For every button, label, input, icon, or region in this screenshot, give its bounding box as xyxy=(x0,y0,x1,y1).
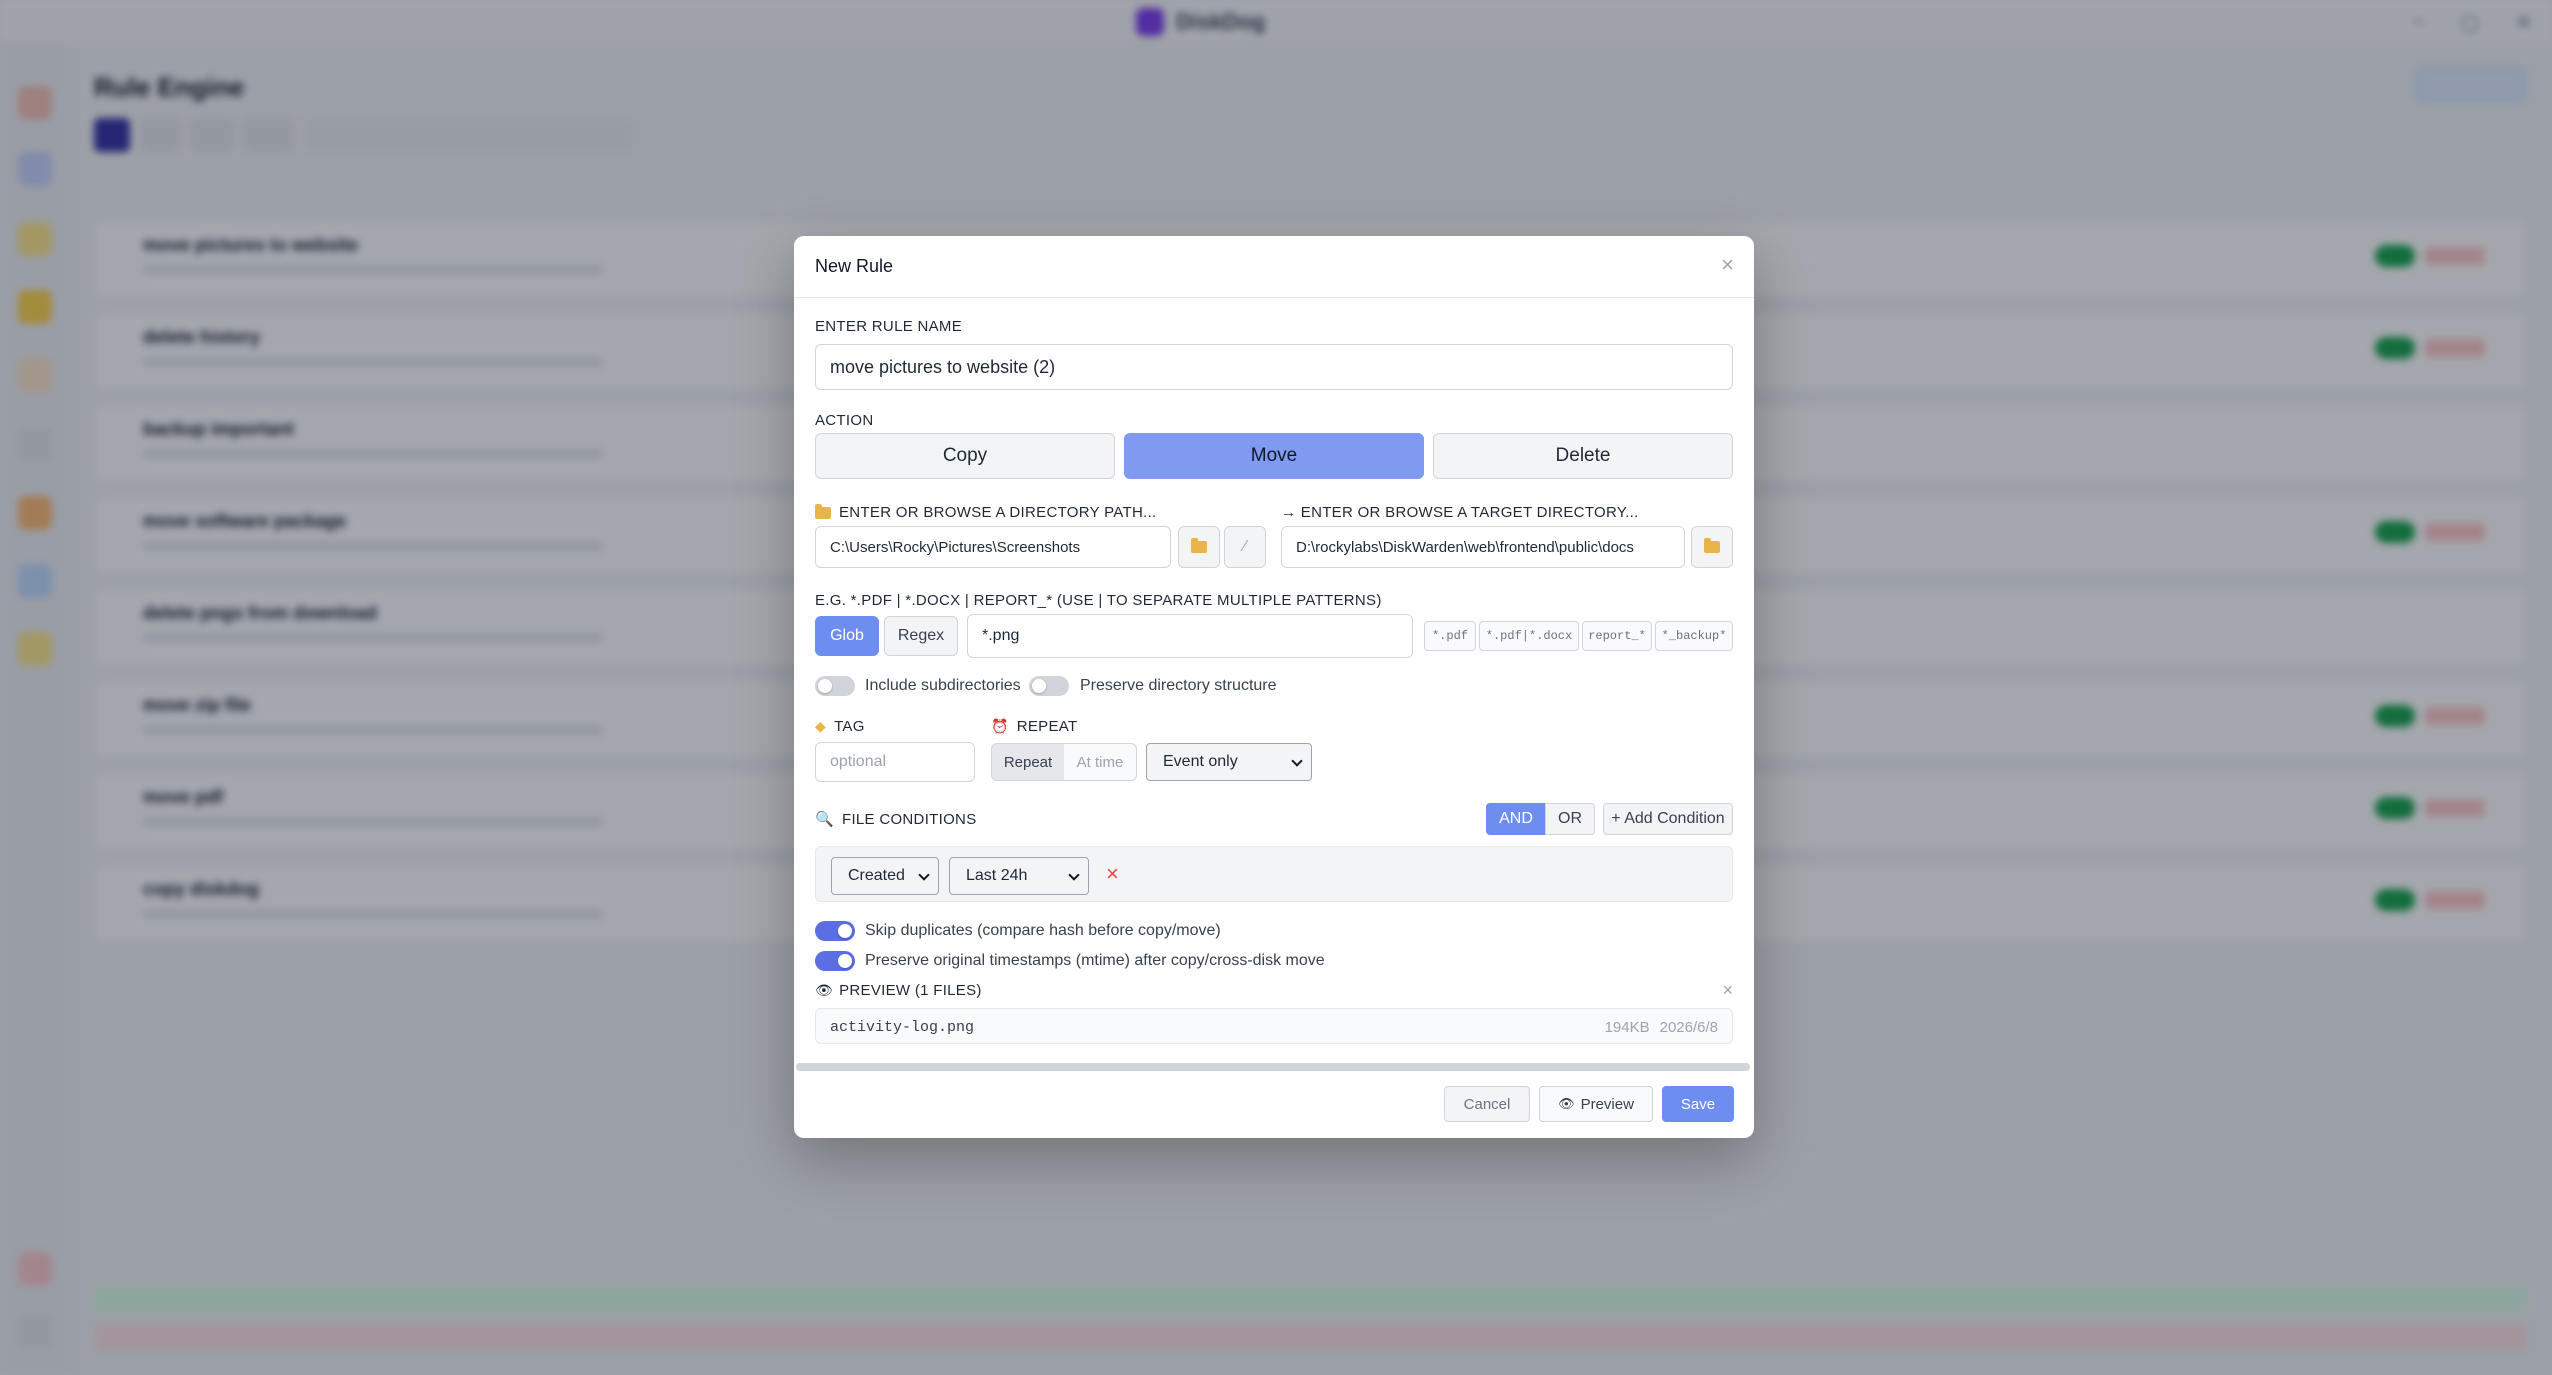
at-time-mode-button[interactable]: At time xyxy=(1064,744,1136,780)
target-path-input[interactable] xyxy=(1281,526,1685,568)
preview-file-size: 194KB xyxy=(1604,1019,1650,1036)
slash-icon: ⁄ xyxy=(1243,538,1247,555)
save-button[interactable]: Save xyxy=(1662,1086,1734,1122)
new-rule-dialog: New Rule × ENTER RULE NAME ACTION Copy M… xyxy=(794,236,1754,1138)
preserve-structure-label: Preserve directory structure xyxy=(1080,677,1277,694)
folder-icon xyxy=(1704,538,1720,553)
preview-file-date: 2026/6/8 xyxy=(1659,1019,1718,1036)
pattern-chip[interactable]: report_* xyxy=(1582,621,1652,651)
repeat-schedule-select[interactable]: Event only xyxy=(1146,743,1312,781)
dialog-header: New Rule × xyxy=(794,236,1754,298)
preview-file-row: activity-log.png 194KB 2026/6/8 xyxy=(815,1008,1733,1044)
repeat-label: REPEAT xyxy=(1016,718,1078,735)
repeat-mode-button[interactable]: Repeat xyxy=(992,744,1064,780)
repeat-schedule-value: Event only xyxy=(1163,753,1238,770)
browse-source-button[interactable] xyxy=(1178,526,1220,568)
preserve-structure-toggle[interactable] xyxy=(1029,676,1069,696)
logic-and-button[interactable]: AND xyxy=(1486,803,1546,835)
add-condition-button[interactable]: + Add Condition xyxy=(1603,803,1733,835)
rule-name-label: ENTER RULE NAME xyxy=(815,318,963,335)
pattern-chip[interactable]: *_backup* xyxy=(1655,621,1733,651)
action-move-button[interactable]: Move xyxy=(1124,433,1424,479)
preview-label-row: 👁 PREVIEW (1 FILES) xyxy=(815,982,982,999)
tag-input[interactable] xyxy=(815,742,975,782)
mode-glob-button[interactable]: Glob xyxy=(815,616,879,656)
target-label: → ENTER OR BROWSE A TARGET DIRECTORY... xyxy=(1281,504,1639,521)
search-icon: 🔍 xyxy=(815,811,834,828)
preview-file-meta: 194KB 2026/6/8 xyxy=(1605,1019,1718,1036)
conditions-label-row: 🔍 FILE CONDITIONS xyxy=(815,810,977,829)
mode-regex-button[interactable]: Regex xyxy=(884,616,958,656)
pattern-chip[interactable]: *.pdf xyxy=(1424,621,1476,651)
chevron-down-icon xyxy=(918,869,930,881)
preserve-timestamps-label: Preserve original timestamps (mtime) aft… xyxy=(865,952,1325,969)
action-label: ACTION xyxy=(815,412,874,429)
remove-condition-icon[interactable]: × xyxy=(1106,861,1119,887)
folder-icon xyxy=(1191,538,1207,553)
dialog-scrollbar[interactable] xyxy=(796,1063,1750,1071)
tag-label-row: ◆ TAG xyxy=(815,718,865,735)
source-label-row: ENTER OR BROWSE A DIRECTORY PATH... xyxy=(815,503,1157,521)
action-delete-button[interactable]: Delete xyxy=(1433,433,1733,479)
skip-duplicates-toggle[interactable] xyxy=(815,921,855,941)
action-copy-button[interactable]: Copy xyxy=(815,433,1115,479)
source-label: ENTER OR BROWSE A DIRECTORY PATH... xyxy=(839,504,1157,521)
include-subdirectories-toggle[interactable] xyxy=(815,676,855,696)
condition-value-select[interactable]: Last 24h xyxy=(949,857,1089,895)
clear-source-button[interactable]: ⁄ xyxy=(1224,526,1266,568)
pattern-label: E.G. *.PDF | *.DOCX | REPORT_* (USE | TO… xyxy=(815,592,1382,609)
repeat-label-row: ⏰ REPEAT xyxy=(991,718,1077,735)
condition-value: Last 24h xyxy=(966,867,1028,884)
folder-icon xyxy=(815,503,831,519)
preview-button[interactable]: 👁 Preview xyxy=(1539,1086,1653,1122)
eye-icon: 👁 xyxy=(1558,1096,1575,1111)
conditions-label: FILE CONDITIONS xyxy=(841,810,977,828)
cancel-button[interactable]: Cancel xyxy=(1444,1086,1530,1122)
browse-target-button[interactable] xyxy=(1691,526,1733,568)
repeat-mode-group: Repeat At time xyxy=(991,743,1137,781)
close-preview-icon[interactable]: × xyxy=(1722,980,1733,1001)
logic-or-button[interactable]: OR xyxy=(1545,803,1595,835)
chevron-down-icon xyxy=(1291,755,1303,767)
condition-field-value: Created xyxy=(848,867,905,884)
preserve-timestamps-toggle[interactable] xyxy=(815,951,855,971)
condition-row: Created Last 24h × xyxy=(815,846,1733,902)
dialog-title: New Rule xyxy=(815,256,894,276)
tag-icon: ◆ xyxy=(815,718,827,734)
condition-field-select[interactable]: Created xyxy=(831,857,939,895)
close-icon[interactable]: × xyxy=(1721,252,1734,278)
chevron-down-icon xyxy=(1068,869,1080,881)
alarm-clock-icon: ⏰ xyxy=(991,718,1009,734)
tag-label: TAG xyxy=(834,718,865,735)
include-subdirectories-label: Include subdirectories xyxy=(865,677,1021,694)
pattern-input[interactable] xyxy=(967,614,1413,658)
eye-icon: 👁 xyxy=(815,982,834,998)
preview-button-label: Preview xyxy=(1580,1095,1634,1113)
skip-duplicates-label: Skip duplicates (compare hash before cop… xyxy=(865,922,1221,939)
pattern-chip[interactable]: *.pdf|*.docx xyxy=(1479,621,1579,651)
preview-file-name: activity-log.png xyxy=(830,1019,975,1036)
rule-name-input[interactable] xyxy=(815,344,1733,390)
source-path-input[interactable] xyxy=(815,526,1171,568)
preview-label: PREVIEW (1 FILES) xyxy=(839,982,982,999)
dialog-scrollbar-thumb[interactable] xyxy=(796,1063,1750,1071)
